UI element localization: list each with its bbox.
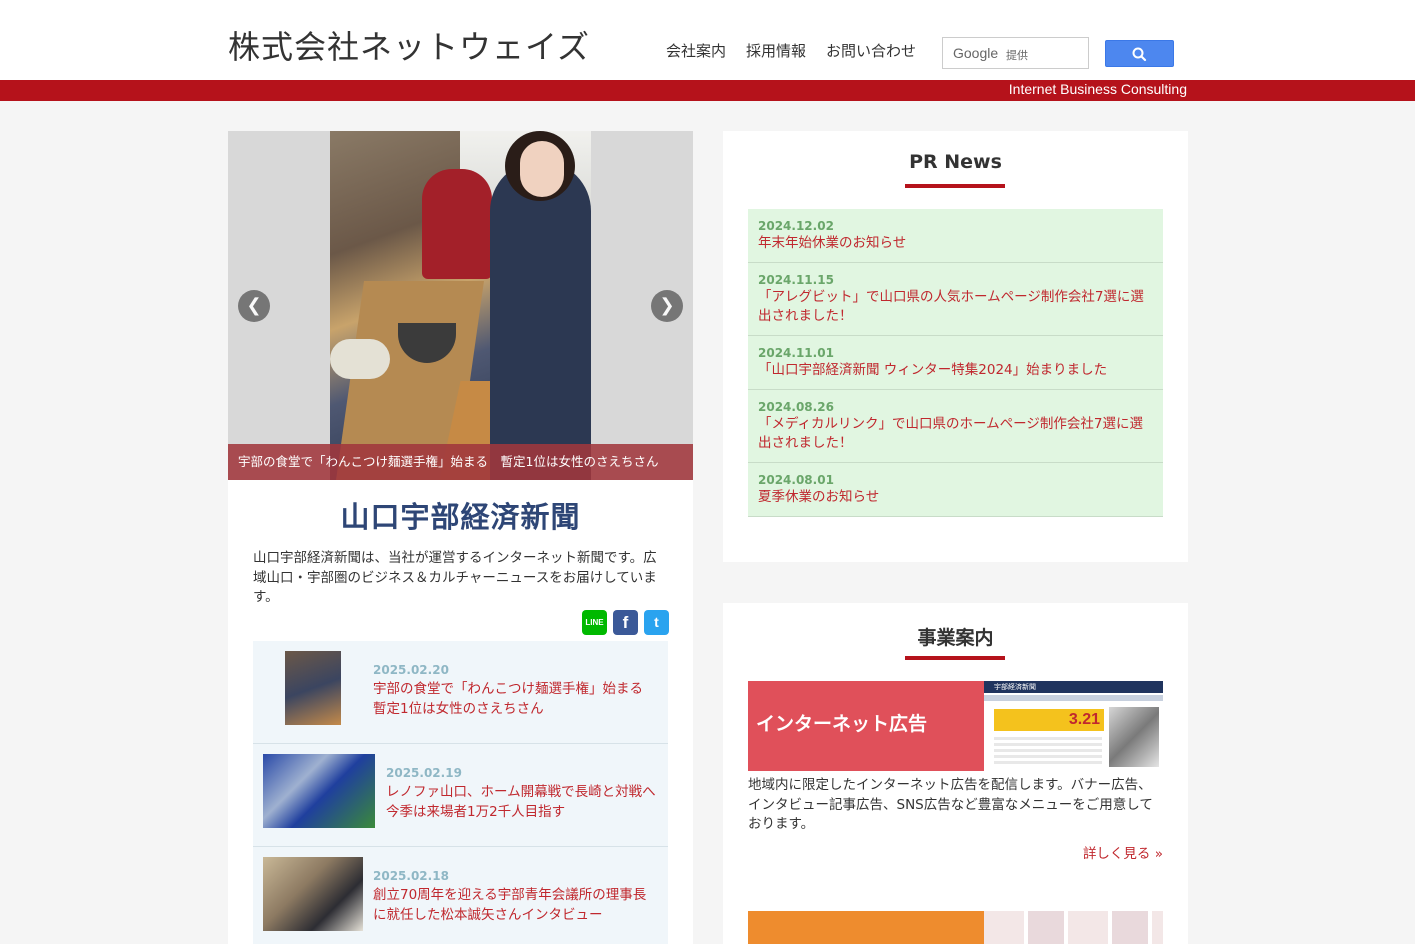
article-item[interactable]: 2025.02.18 創立70周年を迎える宇部青年会議所の理事長に就任した松本誠… bbox=[253, 847, 668, 944]
heading-underline bbox=[905, 656, 1005, 660]
news-item[interactable]: 2024.08.01 夏季休業のお知らせ bbox=[748, 463, 1163, 517]
chevron-left-icon: ❮ bbox=[246, 295, 262, 316]
article-title[interactable]: 創立70周年を迎える宇部青年会議所の理事長に就任した松本誠矢さんインタビュー bbox=[373, 886, 658, 925]
tagline: Internet Business Consulting bbox=[1008, 81, 1187, 97]
photo-woman bbox=[490, 161, 591, 480]
image-banner-ad: 3.21 bbox=[994, 709, 1104, 731]
share-buttons: LINE f t bbox=[582, 610, 669, 635]
google-brand-label: Google bbox=[953, 45, 999, 61]
news-item[interactable]: 2024.12.02 年末年始休業のお知らせ bbox=[748, 209, 1163, 263]
tagline-bar: Internet Business Consulting bbox=[0, 80, 1415, 101]
image-side-photo bbox=[1109, 707, 1159, 767]
news-item[interactable]: 2024.11.15 「アレグビット」で山口県の人気ホームページ制作会社7選に選… bbox=[748, 263, 1163, 336]
article-list: 2025.02.20 宇部の食堂で「わんこつけ麺選手権」始まる 暫定1位は女性の… bbox=[253, 641, 669, 944]
business-panel: 事業案内 インターネット広告 宇部経済新聞 3.21 地域内に限定したインターネ… bbox=[723, 603, 1188, 944]
site-header: 株式会社ネットウェイズ 会社案内 採用情報 お問い合わせ Google 提供 bbox=[0, 0, 1415, 80]
business-label[interactable]: インターネット広告 bbox=[748, 681, 984, 771]
photo-plate bbox=[330, 339, 390, 379]
twitter-share-icon[interactable]: t bbox=[644, 610, 669, 635]
news-date: 2024.11.01 bbox=[758, 346, 834, 360]
article-thumbnail[interactable] bbox=[263, 754, 375, 828]
business-item-next[interactable] bbox=[748, 911, 1163, 944]
article-date: 2025.02.19 bbox=[386, 766, 462, 780]
newspaper-description: 山口宇部経済新聞は、当社が運営するインターネット新聞です。広域山口・宇部圏のビジ… bbox=[253, 550, 657, 605]
image-nav bbox=[984, 695, 1163, 701]
details-link[interactable]: 詳しく見る » bbox=[1083, 842, 1163, 862]
pr-news-heading: PR News bbox=[909, 151, 1002, 173]
article-item[interactable]: 2025.02.20 宇部の食堂で「わんこつけ麺選手権」始まる 暫定1位は女性の… bbox=[253, 641, 668, 744]
facebook-share-icon[interactable]: f bbox=[613, 610, 638, 635]
image-masthead: 宇部経済新聞 bbox=[984, 681, 1163, 693]
newspaper-title[interactable]: 山口宇部経済新聞 bbox=[228, 494, 693, 536]
article-date: 2025.02.18 bbox=[373, 869, 449, 883]
nav-contact[interactable]: お問い合わせ bbox=[826, 40, 916, 61]
line-share-icon[interactable]: LINE bbox=[582, 610, 607, 635]
newspaper-panel: ❮ ❯ 宇部の食堂で「わんこつけ麺選手権」始まる 暫定1位は女性のさえちさん 山… bbox=[228, 131, 693, 944]
slider-next-button[interactable]: ❯ bbox=[651, 290, 683, 322]
business-image[interactable] bbox=[984, 911, 1163, 944]
news-item[interactable]: 2024.08.26 「メディカルリンク」で山口県のホームページ制作会社7選に選… bbox=[748, 390, 1163, 463]
news-title[interactable]: 「山口宇部経済新聞 ウィンター特集2024」始まりました bbox=[758, 361, 1153, 380]
search-icon bbox=[1132, 47, 1147, 62]
news-date: 2024.08.01 bbox=[758, 473, 834, 487]
article-title[interactable]: 宇部の食堂で「わんこつけ麺選手権」始まる 暫定1位は女性のさえちさん bbox=[373, 680, 658, 719]
article-item[interactable]: 2025.02.19 レノファ山口、ホーム開幕戦で長崎と対戦へ 今季は来場者1万… bbox=[253, 744, 669, 847]
search-provided-label: 提供 bbox=[1006, 49, 1028, 62]
slider-prev-button[interactable]: ❮ bbox=[238, 290, 270, 322]
photo-face bbox=[520, 141, 564, 197]
business-heading: 事業案内 bbox=[917, 627, 994, 649]
pr-news-panel: PR News 2024.12.02 年末年始休業のお知らせ 2024.11.1… bbox=[723, 131, 1188, 562]
pr-news-list: 2024.12.02 年末年始休業のお知らせ 2024.11.15 「アレグビッ… bbox=[748, 209, 1163, 517]
slide-caption[interactable]: 宇部の食堂で「わんこつけ麺選手権」始まる 暫定1位は女性のさえちさん bbox=[228, 444, 693, 480]
news-date: 2024.08.26 bbox=[758, 400, 834, 414]
news-title[interactable]: 「アレグビット」で山口県の人気ホームページ制作会社7選に選出されました！ bbox=[758, 288, 1153, 326]
business-image[interactable]: 宇部経済新聞 3.21 bbox=[984, 681, 1163, 771]
news-title[interactable]: 年末年始休業のお知らせ bbox=[758, 234, 1153, 253]
news-date: 2024.11.15 bbox=[758, 273, 834, 287]
article-thumbnail[interactable] bbox=[285, 651, 341, 725]
nav-recruit[interactable]: 採用情報 bbox=[746, 40, 806, 61]
image-slider[interactable]: ❮ ❯ 宇部の食堂で「わんこつけ麺選手権」始まる 暫定1位は女性のさえちさん bbox=[228, 131, 693, 480]
heading-underline bbox=[905, 184, 1005, 188]
slide-photo[interactable] bbox=[330, 131, 591, 480]
news-title[interactable]: 「メディカルリンク」で山口県のホームページ制作会社7選に選出されました！ bbox=[758, 415, 1153, 453]
news-item[interactable]: 2024.11.01 「山口宇部経済新聞 ウィンター特集2024」始まりました bbox=[748, 336, 1163, 390]
photo-person-background bbox=[422, 169, 492, 279]
image-body-text bbox=[994, 737, 1102, 767]
nav-company[interactable]: 会社案内 bbox=[666, 40, 726, 61]
news-title[interactable]: 夏季休業のお知らせ bbox=[758, 488, 1153, 507]
search-button[interactable] bbox=[1105, 40, 1174, 67]
business-description: 地域内に限定したインターネット広告を配信します。バナー広告、インタビュー記事広告… bbox=[748, 777, 1153, 832]
article-title[interactable]: レノファ山口、ホーム開幕戦で長崎と対戦へ 今季は来場者1万2千人目指す bbox=[386, 783, 669, 822]
search-input[interactable]: Google 提供 bbox=[942, 37, 1089, 69]
article-date: 2025.02.20 bbox=[373, 663, 449, 677]
company-logo[interactable]: 株式会社ネットウェイズ bbox=[228, 22, 590, 68]
business-label[interactable] bbox=[748, 911, 984, 944]
main-nav: 会社案内 採用情報 お問い合わせ bbox=[666, 40, 916, 61]
article-thumbnail[interactable] bbox=[263, 857, 363, 931]
chevron-right-icon: ❯ bbox=[659, 295, 675, 316]
business-internet-ads[interactable]: インターネット広告 宇部経済新聞 3.21 bbox=[748, 681, 1163, 771]
news-date: 2024.12.02 bbox=[758, 219, 834, 233]
